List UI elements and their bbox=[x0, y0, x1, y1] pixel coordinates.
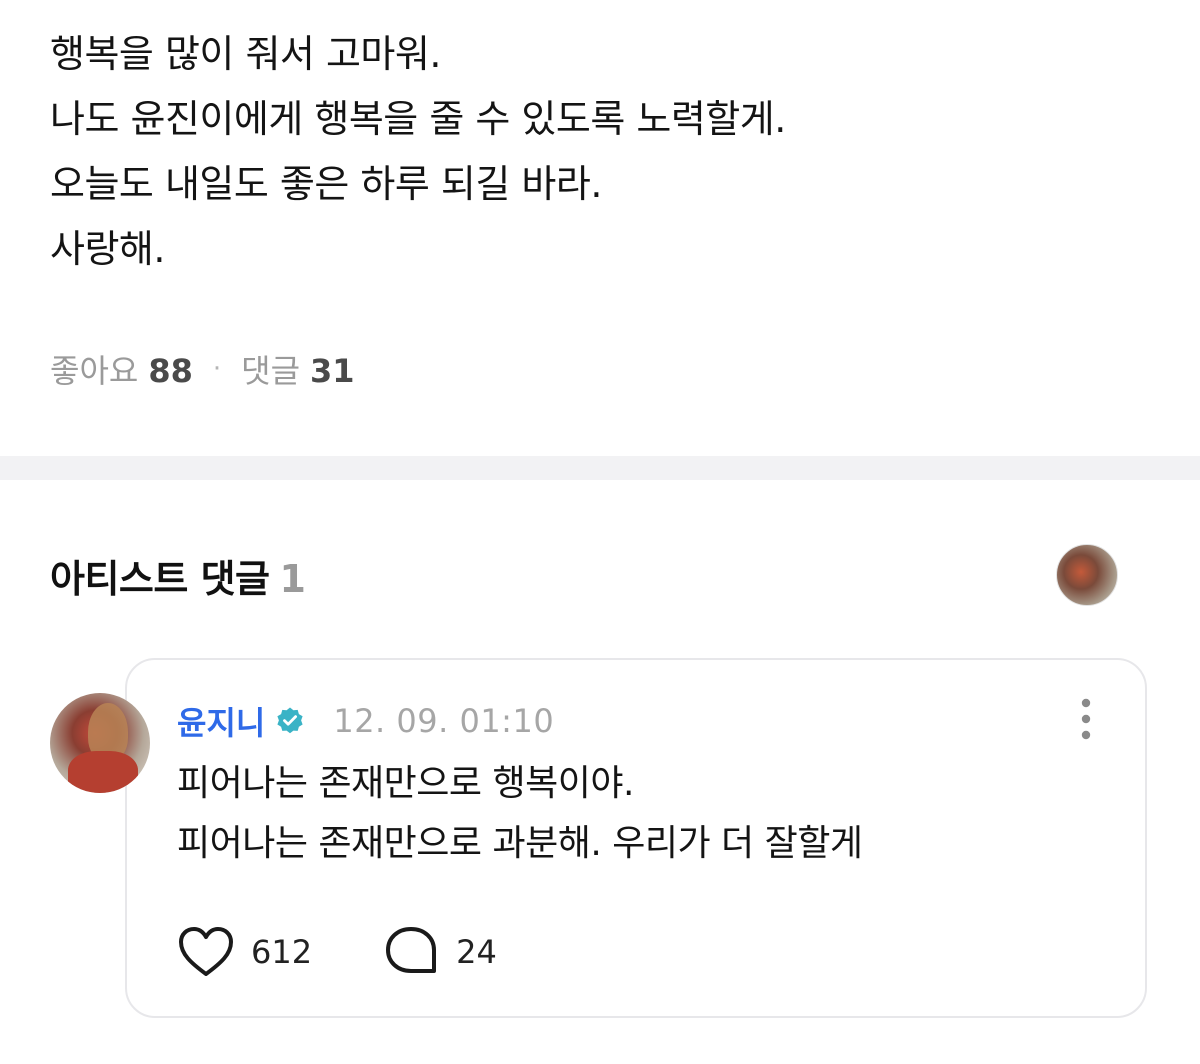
section-divider bbox=[0, 456, 1200, 480]
comment-reactions: 612 24 bbox=[177, 924, 497, 980]
avatar-shirt-shape bbox=[68, 751, 138, 793]
post-body: 행복을 많이 줘서 고마워. 나도 윤진이에게 행복을 줄 수 있도록 노력할게… bbox=[50, 22, 1150, 282]
artist-avatar[interactable] bbox=[1056, 544, 1118, 606]
comment-author-avatar[interactable] bbox=[50, 693, 150, 793]
like-button[interactable]: 612 bbox=[177, 924, 312, 980]
post-text-line: 오늘도 내일도 좋은 하루 되길 바라. bbox=[50, 162, 602, 206]
post-text-line: 행복을 많이 줘서 고마워. bbox=[50, 32, 441, 76]
comment-text-line: 피어나는 존재만으로 행복이야. bbox=[177, 763, 634, 804]
likes-label: 좋아요 bbox=[50, 352, 139, 390]
comment-author-name[interactable]: 윤지니 bbox=[177, 698, 265, 744]
post-text-line: 사랑해. bbox=[50, 227, 165, 271]
comments-stat[interactable]: 댓글 31 bbox=[241, 346, 354, 392]
comments-count: 31 bbox=[310, 352, 355, 390]
post-stats: 좋아요 88 · 댓글 31 bbox=[50, 346, 355, 392]
comment-body: 피어나는 존재만으로 행복이야. 피어나는 존재만으로 과분해. 우리가 더 잘… bbox=[177, 754, 863, 874]
likes-stat[interactable]: 좋아요 88 bbox=[50, 346, 193, 392]
artist-comments-count: 1 bbox=[279, 557, 306, 601]
artist-comments-heading: 아티스트 댓글 1 bbox=[50, 548, 306, 603]
reply-count: 24 bbox=[456, 933, 497, 971]
like-count: 612 bbox=[251, 933, 313, 971]
stats-separator: · bbox=[212, 354, 222, 384]
comment-text-line: 피어나는 존재만으로 과분해. 우리가 더 잘할게 bbox=[177, 823, 863, 864]
comment-date: 12. 09. 01:10 bbox=[333, 702, 555, 740]
verified-badge-icon bbox=[275, 706, 305, 736]
heart-icon bbox=[179, 927, 233, 976]
comment-bubble-icon bbox=[386, 927, 437, 973]
comment-header: 윤지니 12. 09. 01:10 bbox=[177, 698, 554, 744]
likes-count: 88 bbox=[148, 352, 193, 390]
artist-comments-title: 아티스트 댓글 bbox=[50, 557, 270, 601]
comments-label: 댓글 bbox=[241, 352, 301, 390]
more-vertical-icon[interactable] bbox=[1076, 698, 1096, 740]
post-text-line: 나도 윤진이에게 행복을 줄 수 있도록 노력할게. bbox=[50, 97, 786, 141]
reply-button[interactable]: 24 bbox=[382, 924, 497, 980]
